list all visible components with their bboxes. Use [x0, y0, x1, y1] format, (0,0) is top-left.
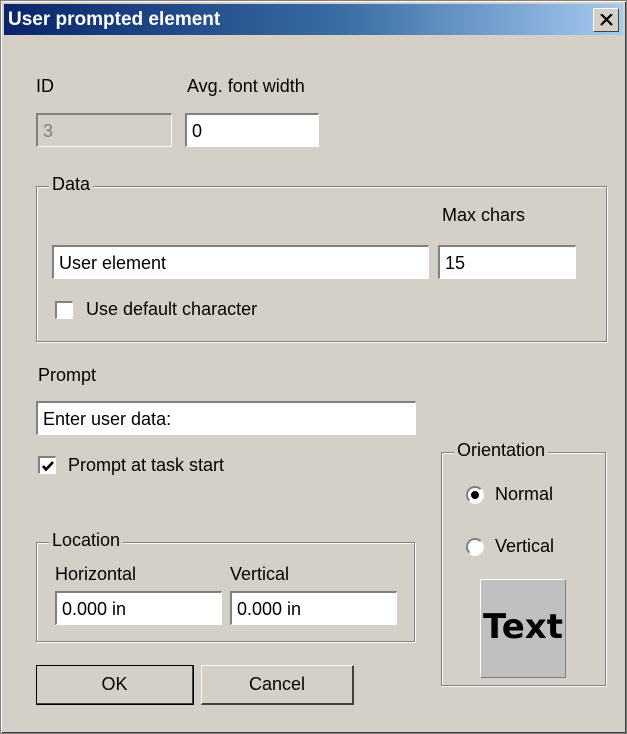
- orientation-normal-radio[interactable]: [466, 486, 484, 504]
- close-icon: [600, 14, 613, 26]
- orientation-normal-label[interactable]: Normal: [495, 484, 553, 505]
- data-group-legend: Data: [49, 174, 94, 195]
- font-width-field[interactable]: 0: [185, 113, 319, 147]
- horizontal-field[interactable]: 0.000 in: [55, 591, 222, 625]
- title-bar[interactable]: User prompted element: [4, 4, 623, 35]
- location-group-legend: Location: [49, 530, 124, 551]
- horizontal-label: Horizontal: [55, 564, 137, 584]
- orientation-vertical-label[interactable]: Vertical: [495, 536, 554, 557]
- prompt-label: Prompt: [38, 365, 97, 385]
- id-field: 3: [36, 113, 172, 147]
- data-text-field[interactable]: User element: [52, 245, 429, 279]
- orientation-preview: Text: [480, 579, 566, 678]
- vertical-field[interactable]: 0.000 in: [230, 591, 397, 625]
- prompt-at-start-checkbox[interactable]: [38, 456, 56, 474]
- check-icon: [42, 461, 54, 472]
- close-button[interactable]: [593, 8, 619, 32]
- orientation-group-legend: Orientation: [454, 440, 549, 461]
- preview-text: Text: [483, 607, 563, 647]
- id-label: ID: [36, 76, 54, 96]
- ok-button[interactable]: OK: [36, 665, 194, 705]
- use-default-checkbox[interactable]: [55, 301, 73, 319]
- window-title: User prompted element: [8, 9, 221, 30]
- cancel-button[interactable]: Cancel: [201, 665, 354, 705]
- vertical-label: Vertical: [230, 564, 290, 584]
- orientation-vertical-radio[interactable]: [466, 538, 484, 556]
- max-chars-label: Max chars: [442, 205, 526, 225]
- use-default-label[interactable]: Use default character: [86, 299, 257, 320]
- prompt-at-start-label[interactable]: Prompt at task start: [68, 455, 224, 476]
- max-chars-field[interactable]: 15: [438, 245, 576, 279]
- radio-selected-dot: [471, 491, 479, 499]
- prompt-field[interactable]: Enter user data:: [36, 401, 416, 435]
- font-width-label: Avg. font width: [187, 76, 305, 96]
